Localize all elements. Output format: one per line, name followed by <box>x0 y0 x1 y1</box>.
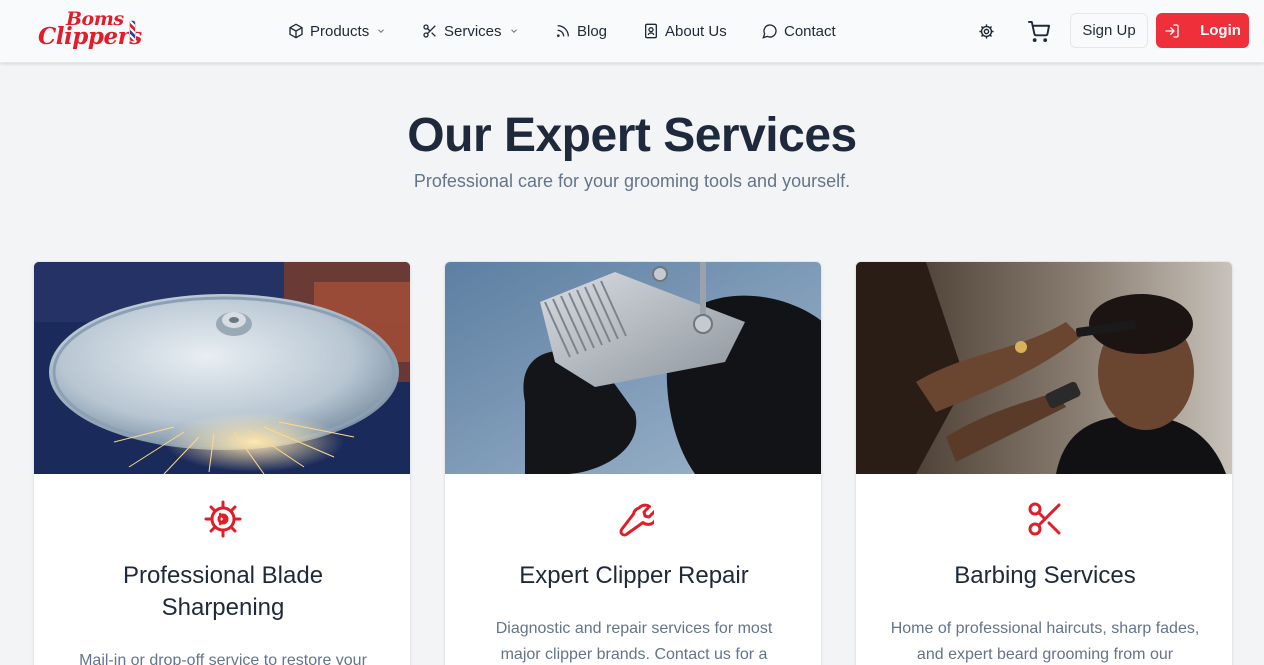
nav-blog[interactable]: Blog <box>555 20 607 42</box>
nav-contact[interactable]: Contact <box>762 20 836 42</box>
contact-card-icon <box>645 23 657 39</box>
cart-button[interactable] <box>1026 19 1050 43</box>
brand-logo[interactable]: Boms Clippers <box>36 8 142 54</box>
settings-button[interactable] <box>976 21 996 41</box>
repair-photo <box>445 262 821 474</box>
nav-blog-label: Blog <box>577 22 608 40</box>
page-subtitle: Professional care for your grooming tool… <box>413 171 851 191</box>
nav-services[interactable]: Services <box>422 20 519 42</box>
service-title: Barbing Services <box>954 562 1136 589</box>
gear-icon <box>203 499 243 539</box>
nav-services-label: Services <box>444 22 502 40</box>
login-button[interactable]: Login <box>1156 13 1249 48</box>
message-circle-icon <box>762 24 777 39</box>
service-card-repair[interactable]: Expert Clipper Repair Diagnostic and rep… <box>444 261 822 665</box>
service-card-sharpening[interactable]: Professional Blade Sharpening Mail-in or… <box>33 261 411 665</box>
login-label: Login <box>1200 22 1241 39</box>
rss-icon <box>557 25 569 37</box>
service-description: Diagnostic and repair services for most … <box>495 620 773 663</box>
service-card-barbing[interactable]: Barbing Services Home of professional ha… <box>855 261 1233 665</box>
nav-about[interactable]: About Us <box>643 20 727 42</box>
chevron-down-icon <box>378 29 385 33</box>
service-title: Expert Clipper Repair <box>519 562 749 589</box>
wrench-icon <box>614 499 658 539</box>
box-icon <box>289 23 303 39</box>
site-header: Boms Clippers Products Services Blog Abo… <box>0 0 1264 63</box>
signup-button[interactable]: Sign Up <box>1070 13 1148 48</box>
logo-text-bottom: Clippers <box>38 23 142 50</box>
log-in-icon <box>1165 23 1179 38</box>
gear-icon <box>978 23 994 39</box>
barbing-photo <box>856 262 1232 474</box>
scissors-icon <box>1025 499 1065 539</box>
nav-products-label: Products <box>310 22 370 40</box>
service-description: Mail-in or drop-off service to restore y… <box>79 652 367 665</box>
barber-pole-icon <box>129 20 136 42</box>
cart-icon <box>1027 20 1050 42</box>
chevron-down-icon <box>510 29 517 33</box>
scissors-nav-icon <box>423 24 436 38</box>
page-title: Our Expert Services <box>407 109 857 162</box>
sharpening-photo <box>34 262 410 474</box>
nav-contact-label: Contact <box>784 22 836 40</box>
nav-products[interactable]: Products <box>288 20 386 42</box>
service-description: Home of professional haircuts, sharp fad… <box>890 620 1200 663</box>
service-title: Professional Blade Sharpening <box>122 562 324 621</box>
nav-about-label: About Us <box>665 22 727 40</box>
